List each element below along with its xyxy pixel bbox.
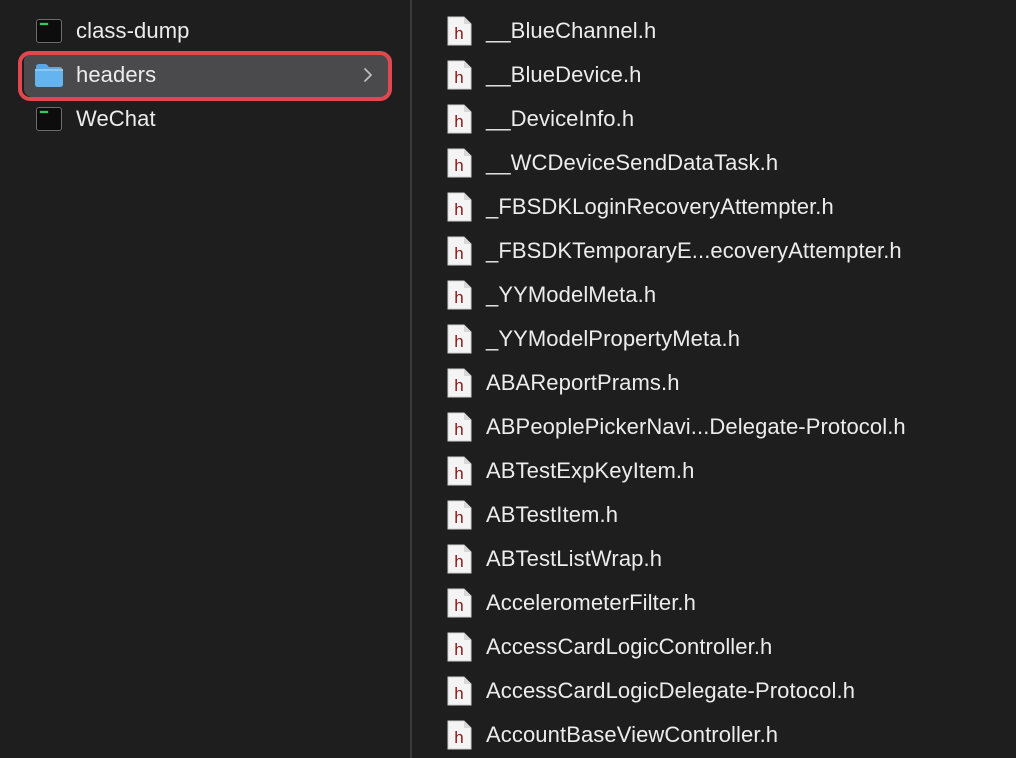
header-file-icon: h bbox=[446, 148, 472, 178]
svg-text:h: h bbox=[454, 728, 464, 747]
file-name-label: _YYModelMeta.h bbox=[486, 282, 657, 307]
svg-text:h: h bbox=[454, 376, 464, 395]
svg-text:h: h bbox=[454, 640, 464, 659]
svg-text:h: h bbox=[454, 200, 464, 219]
svg-text:h: h bbox=[454, 244, 464, 263]
file-list-item[interactable]: h ABPeoplePickerNavi...Delegate-Protocol.… bbox=[446, 405, 1006, 449]
svg-text:h: h bbox=[454, 464, 464, 483]
list-item-headers[interactable]: headers bbox=[24, 53, 392, 97]
file-list-item[interactable]: h _YYModelPropertyMeta.h bbox=[446, 317, 1006, 361]
svg-text:h: h bbox=[454, 552, 464, 571]
header-file-icon: h bbox=[446, 60, 472, 90]
svg-text:h: h bbox=[454, 288, 464, 307]
file-name-label: ABAReportPrams.h bbox=[486, 370, 680, 395]
header-file-icon: h bbox=[446, 676, 472, 706]
file-name-label: _FBSDKLoginRecoveryAttempter.h bbox=[486, 194, 834, 219]
file-name-label: AccessCardLogicController.h bbox=[486, 634, 773, 659]
unix-executable-icon bbox=[34, 104, 64, 134]
file-name-label: ABTestItem.h bbox=[486, 502, 619, 527]
header-file-icon: h bbox=[446, 16, 472, 46]
file-name-label: AccelerometerFilter.h bbox=[486, 590, 696, 615]
chevron-right-icon bbox=[358, 64, 378, 86]
svg-text:h: h bbox=[454, 508, 464, 527]
file-name-label: __DeviceInfo.h bbox=[486, 106, 635, 131]
svg-text:h: h bbox=[454, 420, 464, 439]
file-list-item[interactable]: h ABTestItem.h bbox=[446, 493, 1006, 537]
header-file-icon: h bbox=[446, 324, 472, 354]
file-list-item[interactable]: h _FBSDKTemporaryE...ecoveryAttempter.h bbox=[446, 229, 1006, 273]
file-name-label: __WCDeviceSendDataTask.h bbox=[486, 150, 779, 175]
header-file-icon: h bbox=[446, 192, 472, 222]
unix-executable-icon bbox=[34, 16, 64, 46]
file-name-label: __BlueChannel.h bbox=[486, 18, 657, 43]
file-list-item[interactable]: h AccelerometerFilter.h bbox=[446, 581, 1006, 625]
header-file-icon: h bbox=[446, 544, 472, 574]
finder-window: class-dump headers WeChat h __BlueChanne… bbox=[0, 0, 1016, 758]
sidebar-column: class-dump headers WeChat bbox=[0, 0, 410, 758]
file-list-item[interactable]: h __WCDeviceSendDataTask.h bbox=[446, 141, 1006, 185]
file-name-label: ABPeoplePickerNavi...Delegate-Protocol.h bbox=[486, 414, 906, 439]
file-name-label: ABTestExpKeyItem.h bbox=[486, 458, 695, 483]
file-list-item[interactable]: h ABTestExpKeyItem.h bbox=[446, 449, 1006, 493]
header-file-icon: h bbox=[446, 500, 472, 530]
header-file-icon: h bbox=[446, 368, 472, 398]
svg-text:h: h bbox=[454, 684, 464, 703]
header-file-icon: h bbox=[446, 720, 472, 750]
svg-text:h: h bbox=[454, 112, 464, 131]
file-list-item[interactable]: h __BlueChannel.h bbox=[446, 9, 1006, 53]
header-file-icon: h bbox=[446, 104, 472, 134]
svg-text:h: h bbox=[454, 596, 464, 615]
svg-text:h: h bbox=[454, 68, 464, 87]
header-file-icon: h bbox=[446, 280, 472, 310]
list-item-wechat[interactable]: WeChat bbox=[24, 97, 392, 141]
svg-text:h: h bbox=[454, 332, 464, 351]
file-name-label: _YYModelPropertyMeta.h bbox=[486, 326, 741, 351]
list-item-class-dump[interactable]: class-dump bbox=[24, 9, 392, 53]
file-list-item[interactable]: h ABAReportPrams.h bbox=[446, 361, 1006, 405]
file-name-label: AccessCardLogicDelegate-Protocol.h bbox=[486, 678, 856, 703]
file-list-item[interactable]: h AccessCardLogicDelegate-Protocol.h bbox=[446, 669, 1006, 713]
file-list-item[interactable]: h _FBSDKLoginRecoveryAttempter.h bbox=[446, 185, 1006, 229]
item-label: headers bbox=[76, 62, 157, 87]
file-name-label: _FBSDKTemporaryE...ecoveryAttempter.h bbox=[486, 238, 902, 263]
header-file-icon: h bbox=[446, 588, 472, 618]
item-label: class-dump bbox=[76, 18, 190, 43]
file-list-item[interactable]: h AccountBaseViewController.h bbox=[446, 713, 1006, 757]
header-file-icon: h bbox=[446, 456, 472, 486]
header-file-icon: h bbox=[446, 632, 472, 662]
svg-text:h: h bbox=[454, 156, 464, 175]
header-file-icon: h bbox=[446, 236, 472, 266]
item-label: WeChat bbox=[76, 106, 156, 131]
file-list-item[interactable]: h __DeviceInfo.h bbox=[446, 97, 1006, 141]
files-column: h __BlueChannel.h h __BlueDevice.h h __Device… bbox=[412, 0, 1016, 758]
file-name-label: __BlueDevice.h bbox=[486, 62, 642, 87]
file-list-item[interactable]: h AccessCardLogicController.h bbox=[446, 625, 1006, 669]
file-name-label: ABTestListWrap.h bbox=[486, 546, 663, 571]
file-list-item[interactable]: h _YYModelMeta.h bbox=[446, 273, 1006, 317]
file-name-label: AccountBaseViewController.h bbox=[486, 722, 779, 747]
folder-icon bbox=[34, 60, 64, 90]
file-list-item[interactable]: h ABTestListWrap.h bbox=[446, 537, 1006, 581]
svg-text:h: h bbox=[454, 24, 464, 43]
header-file-icon: h bbox=[446, 412, 472, 442]
file-list-item[interactable]: h __BlueDevice.h bbox=[446, 53, 1006, 97]
